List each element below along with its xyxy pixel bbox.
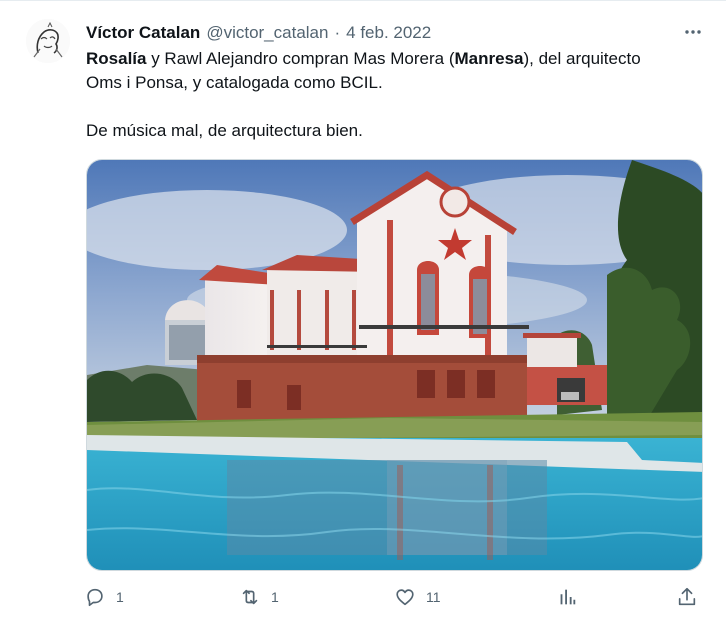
tweet-text-line-2: Oms i Ponsa, y catalogada como BCIL.	[86, 73, 383, 92]
avatar[interactable]	[26, 19, 70, 63]
tweet-actions: 1 1 11	[84, 586, 704, 614]
tweet-header: Víctor Catalan @victor_catalan · 4 feb. …	[86, 19, 702, 47]
author-name[interactable]: Víctor Catalan	[86, 23, 200, 43]
retweet-icon	[242, 589, 258, 605]
share-button[interactable]	[676, 586, 698, 608]
text-part: ), del arquitecto	[523, 49, 641, 68]
share-icon	[678, 587, 696, 606]
heart-icon	[396, 589, 414, 606]
more-dots-icon	[685, 30, 701, 34]
analytics-icon	[560, 589, 576, 605]
reply-button[interactable]: 1	[84, 586, 124, 608]
like-button[interactable]: 11	[394, 586, 441, 608]
retweet-button[interactable]: 1	[239, 586, 279, 608]
like-count: 11	[426, 589, 441, 605]
tweet-text-line-3: De música mal, de arquitectura bien.	[86, 121, 363, 140]
place-manresa: Manresa	[454, 49, 524, 68]
mansion-photo	[87, 160, 702, 570]
reply-icon	[87, 588, 103, 607]
tweet-card[interactable]: Víctor Catalan @victor_catalan · 4 feb. …	[0, 0, 726, 620]
more-button[interactable]	[680, 19, 706, 45]
reply-count: 1	[116, 589, 124, 605]
views-button[interactable]	[556, 586, 578, 608]
text-part: y Rawl Alejandro compran Mas Morera (	[146, 49, 455, 68]
tweet-text-line-1: Rosalía y Rawl Alejandro compran Mas Mor…	[86, 47, 706, 71]
tweet-text: Rosalía y Rawl Alejandro compran Mas Mor…	[86, 47, 706, 143]
tweet-date[interactable]: 4 feb. 2022	[346, 23, 431, 43]
separator: ·	[334, 23, 341, 42]
tweet-photo[interactable]	[86, 159, 703, 571]
retweet-count: 1	[271, 589, 279, 605]
author-handle[interactable]: @victor_catalan	[206, 23, 328, 43]
mention-rosalia: Rosalía	[86, 49, 147, 68]
